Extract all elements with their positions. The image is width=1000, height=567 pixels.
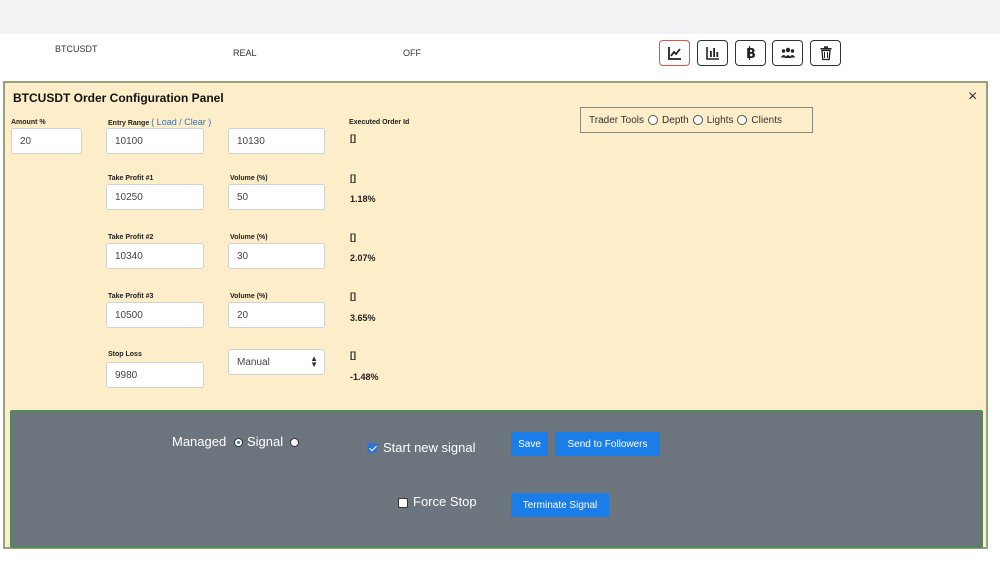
trash-icon — [820, 46, 831, 61]
start-new-signal-label: Start new signal — [383, 440, 476, 455]
entry-high-input[interactable]: 10130 — [228, 128, 325, 154]
force-stop-label: Force Stop — [413, 494, 477, 509]
terminate-signal-button[interactable]: Terminate Signal — [511, 493, 609, 517]
lights-radio[interactable] — [692, 115, 703, 125]
clients-radio[interactable] — [737, 115, 748, 125]
signal-radio[interactable] — [290, 438, 299, 447]
line-chart-icon — [667, 47, 681, 60]
entry-range-text: Entry Range — [108, 120, 150, 127]
start-new-signal-checkbox[interactable] — [367, 443, 377, 453]
tp3-percent: 3.65% — [350, 313, 376, 323]
tp2-volume-input[interactable]: 30 — [228, 243, 325, 269]
lights-label: Lights — [706, 114, 734, 126]
tp3-volume-input[interactable]: 20 — [228, 302, 325, 328]
stats-button[interactable] — [697, 40, 728, 66]
tp3-label: Take Profit #3 — [108, 293, 154, 300]
entry-low-input[interactable]: 10100 — [106, 128, 204, 154]
tp1-volume-input[interactable]: 50 — [228, 184, 325, 210]
tp1-order-ids: [] — [350, 173, 356, 183]
depth-label: Depth — [662, 114, 689, 126]
tp2-volume-label: Volume (%) — [230, 234, 268, 241]
amount-input[interactable]: 20 — [11, 128, 82, 154]
bitcoin-icon: B — [746, 46, 756, 61]
load-clear-link[interactable]: ( Load / Clear ) — [151, 117, 211, 127]
tp3-input[interactable]: 10500 — [106, 302, 204, 328]
managed-label: Managed — [172, 434, 227, 449]
stop-loss-mode-select[interactable]: Manual ▲ ▼ — [228, 349, 325, 375]
tp1-volume-label: Volume (%) — [230, 175, 268, 182]
svg-text:B: B — [746, 47, 756, 61]
stop-loss-label: Stop Loss — [108, 351, 142, 358]
panel-title: BTCUSDT Order Configuration Panel — [13, 91, 224, 105]
stop-loss-order-ids: [] — [350, 350, 356, 360]
trader-tools-label: Trader Tools — [589, 114, 645, 126]
force-stop-checkbox[interactable] — [398, 498, 408, 508]
tp3-volume-label: Volume (%) — [230, 293, 268, 300]
order-config-panel: BTCUSDT Order Configuration Panel × Amou… — [3, 81, 988, 549]
clients-label: Clients — [751, 114, 782, 126]
entry-order-ids: [] — [350, 133, 356, 143]
tp1-label: Take Profit #1 — [108, 175, 154, 182]
tp2-input[interactable]: 10340 — [106, 243, 204, 269]
tp2-percent: 2.07% — [350, 253, 376, 263]
tp1-input[interactable]: 10250 — [106, 184, 204, 210]
stop-loss-percent: -1.48% — [350, 372, 379, 382]
signal-label: Signal — [247, 434, 284, 449]
mode-cell: REAL — [233, 48, 257, 58]
tp2-order-ids: [] — [350, 232, 356, 242]
top-bar — [0, 0, 1000, 34]
chart-button[interactable] — [659, 40, 690, 66]
tp1-percent: 1.18% — [350, 194, 376, 204]
managed-radio[interactable] — [234, 438, 243, 447]
followers-button[interactable] — [772, 40, 803, 66]
signal-controls: Managed Signal Start new signal Save Sen… — [10, 410, 983, 548]
symbol-cell: BTCUSDT — [55, 44, 98, 54]
tp3-order-ids: [] — [350, 291, 356, 301]
tp2-label: Take Profit #2 — [108, 234, 154, 241]
status-cell: OFF — [403, 48, 421, 58]
delete-button[interactable] — [810, 40, 841, 66]
users-icon — [780, 47, 795, 58]
bitcoin-button[interactable]: B — [735, 40, 766, 66]
entry-range-label: Entry Range ( Load / Clear ) — [108, 117, 211, 127]
stop-loss-input[interactable]: 9980 — [106, 362, 204, 388]
amount-label: Amount % — [11, 119, 46, 126]
send-to-followers-button[interactable]: Send to Followers — [555, 432, 660, 456]
save-button[interactable]: Save — [511, 432, 548, 456]
close-icon[interactable]: × — [968, 89, 977, 105]
bar-chart-icon — [705, 47, 719, 60]
stop-loss-mode-value: Manual — [237, 357, 270, 368]
signal-row: BTCUSDT REAL OFF B — [0, 34, 1000, 80]
updown-arrow-icon: ▲ ▼ — [310, 354, 318, 369]
trader-tools-group: Trader Tools Depth Lights Clients — [580, 107, 813, 133]
depth-radio[interactable] — [648, 115, 659, 125]
executed-order-label: Executed Order Id — [349, 119, 410, 126]
